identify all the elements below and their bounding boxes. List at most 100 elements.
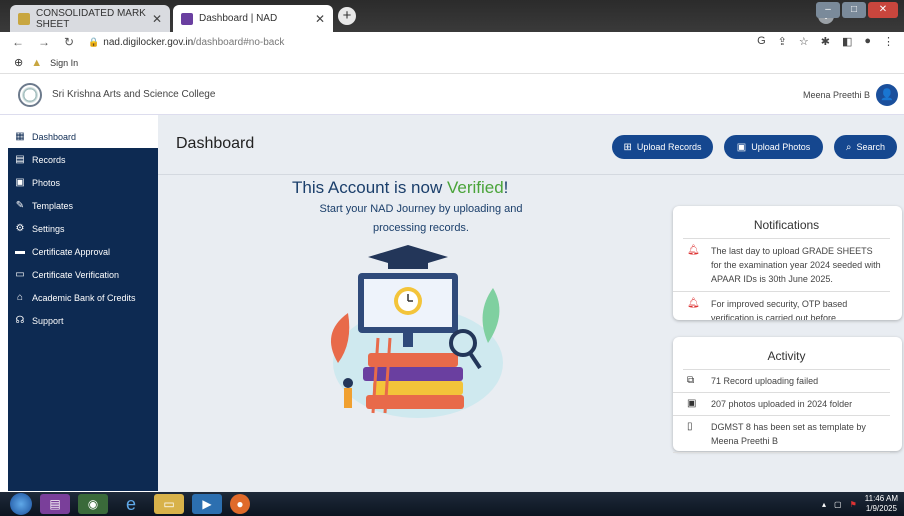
main-content: Dashboard ⊞ Upload Records ▣ Upload Phot… — [158, 115, 904, 492]
sidepanel-icon[interactable]: ◧ — [842, 35, 852, 48]
button-label: Upload Photos — [751, 142, 811, 152]
upload-photos-button[interactable]: ▣ Upload Photos — [724, 135, 823, 159]
sidebar-item-settings[interactable]: ⚙ Settings — [8, 217, 158, 240]
url-host: nad.digilocker.gov.in — [103, 36, 194, 48]
firefox-icon[interactable]: ● — [230, 494, 250, 514]
search-button[interactable]: ⌕ Search — [834, 135, 897, 159]
upload-file-icon: ⊞ — [623, 141, 632, 153]
verification-icon: ▭ — [15, 269, 25, 280]
menu-icon[interactable]: ⋮ — [883, 35, 894, 48]
sidebar-item-academic-bank[interactable]: ⌂ Academic Bank of Credits — [8, 286, 158, 309]
college-name: Sri Krishna Arts and Science College — [52, 89, 216, 100]
gear-icon: ⚙ — [15, 223, 25, 234]
activity-item: ⧉ 71 Record uploading failed — [673, 370, 890, 393]
url-field[interactable]: nad.digilocker.gov.in/dashboard#no-back — [103, 37, 284, 48]
tray-up-arrow-icon[interactable]: ▴ — [822, 500, 826, 509]
close-tab-icon[interactable]: ✕ — [152, 12, 162, 26]
bookmark-sign-in[interactable]: Sign In — [50, 58, 78, 68]
verified-heading: This Account is now Verified! — [292, 178, 508, 198]
activity-text: 71 Record uploading failed — [711, 376, 819, 386]
star-icon[interactable]: ☆ — [799, 35, 809, 48]
close-tab-icon[interactable]: ✕ — [315, 12, 325, 26]
bell-icon: 🔔︎ — [687, 245, 700, 256]
winrar-icon[interactable]: ▤ — [40, 494, 70, 514]
forward-arrow-icon[interactable]: → — [38, 35, 50, 49]
tab-title: Dashboard | NAD — [199, 13, 278, 24]
bank-icon: ⌂ — [16, 292, 24, 303]
extensions-icon[interactable]: ✱ — [821, 35, 830, 48]
notification-text: The last day to upload GRADE SHEETS for … — [711, 246, 881, 284]
window-controls: – □ ✕ — [816, 2, 898, 18]
notifications-card: Notifications 🔔︎ The last day to upload … — [673, 206, 902, 320]
flag-icon[interactable]: ⚑ — [850, 500, 857, 509]
bell-icon: 🔔︎ — [687, 298, 700, 309]
sidebar-item-label: Dashboard — [32, 131, 77, 142]
profile-icon[interactable]: ● — [864, 35, 871, 48]
button-label: Search — [856, 142, 886, 152]
activity-text: 207 photos uploaded in 2024 folder — [711, 399, 853, 409]
nad-favicon-icon — [181, 12, 193, 25]
sidebar-item-label: Academic Bank of Credits — [32, 292, 136, 303]
sidebar-item-support[interactable]: ☊ Support — [8, 309, 158, 332]
close-window-button[interactable]: ✕ — [868, 2, 898, 18]
browser-tab-mark-sheet[interactable]: CONSOLIDATED MARK SHEET ✕ — [10, 5, 170, 32]
notification-item[interactable]: 🔔︎ The last day to upload GRADE SHEETS f… — [673, 239, 890, 292]
upload-records-button[interactable]: ⊞ Upload Records — [612, 135, 713, 159]
document-icon: ▯ — [687, 421, 693, 432]
bookmarks-bar: ⊕ ▲ Sign In — [0, 52, 904, 74]
chrome-icon[interactable]: ◉ — [78, 494, 108, 514]
browser-tab-strip: CONSOLIDATED MARK SHEET ✕ Dashboard | NA… — [0, 0, 904, 32]
search-icon: ⌕ — [845, 141, 852, 153]
sidebar: ▦ Dashboard ▤ Records ▣ Photos ✎ Templat… — [8, 125, 158, 491]
minimize-button[interactable]: – — [816, 2, 840, 18]
system-tray: ▴ ▢ ⚑ 11:46 AM 1/9/2025 — [822, 494, 898, 514]
verified-suffix: ! — [503, 178, 509, 197]
clock[interactable]: 11:46 AM 1/9/2025 — [865, 494, 898, 514]
copy-icon: ⧉ — [687, 375, 695, 386]
address-bar-icons: G ⇪ ☆ ✱ ◧ ● ⋮ — [757, 35, 894, 48]
activity-card: Activity ⧉ 71 Record uploading failed ▣ … — [673, 337, 902, 453]
image-icon: ▣ — [736, 141, 747, 153]
new-tab-button[interactable]: + — [338, 7, 356, 25]
activity-item: ▯ DGMST 8 has been set as template by Me… — [673, 416, 890, 453]
sidebar-item-templates[interactable]: ✎ Templates — [8, 194, 158, 217]
network-icon[interactable]: ▢ — [834, 500, 842, 509]
sidebar-item-photos[interactable]: ▣ Photos — [8, 171, 158, 194]
google-icon[interactable]: G — [757, 35, 766, 48]
verified-prefix: This Account is now — [292, 178, 447, 197]
dashboard-icon: ▦ — [15, 131, 25, 142]
notification-item[interactable]: 🔔︎ For improved security, OTP based veri… — [673, 292, 890, 320]
sidebar-item-dashboard[interactable]: ▦ Dashboard — [8, 125, 158, 148]
user-name[interactable]: Meena Preethi B — [803, 90, 870, 100]
media-player-icon[interactable]: ▶ — [192, 494, 222, 514]
sidebar-item-label: Settings — [32, 223, 65, 234]
maximize-button[interactable]: □ — [842, 2, 866, 18]
sidebar-item-label: Records — [32, 154, 66, 165]
windows-taskbar: ▤ ◉ e ▭ ▶ ● ▴ ▢ ⚑ 11:46 AM 1/9/2025 — [0, 492, 904, 516]
sidebar-item-certificate-approval[interactable]: ▬ Certificate Approval — [8, 240, 158, 263]
reload-icon[interactable]: ↻ — [64, 35, 74, 49]
internet-explorer-icon[interactable]: e — [116, 494, 146, 514]
tab-title: CONSOLIDATED MARK SHEET — [36, 7, 146, 30]
templates-icon: ✎ — [15, 200, 25, 211]
start-button[interactable] — [10, 493, 32, 515]
education-illustration — [330, 245, 503, 418]
share-icon[interactable]: ⇪ — [778, 35, 787, 48]
sidebar-item-certificate-verification[interactable]: ▭ Certificate Verification — [8, 263, 158, 286]
verified-word: Verified — [446, 178, 504, 197]
clock-time: 11:46 AM — [864, 494, 898, 503]
globe-icon[interactable]: ⊕ — [14, 56, 23, 69]
button-label: Upload Records — [636, 142, 702, 152]
address-bar: ← → ↻ 🔒 nad.digilocker.gov.in/dashboard#… — [0, 32, 904, 52]
records-icon: ▤ — [15, 154, 25, 165]
page-title: Dashboard — [176, 135, 255, 152]
back-arrow-icon[interactable]: ← — [12, 35, 24, 49]
sidebar-item-label: Certificate Verification — [32, 269, 120, 280]
user-avatar-icon[interactable]: 👤 — [876, 84, 898, 106]
approval-icon: ▬ — [15, 246, 25, 257]
browser-tab-dashboard[interactable]: Dashboard | NAD ✕ — [173, 5, 333, 32]
sidebar-item-records[interactable]: ▤ Records — [8, 148, 158, 171]
file-explorer-icon[interactable]: ▭ — [154, 494, 184, 514]
clock-date: 1/9/2025 — [865, 504, 897, 513]
journey-text: Start your NAD Journey by uploading and … — [319, 203, 523, 234]
